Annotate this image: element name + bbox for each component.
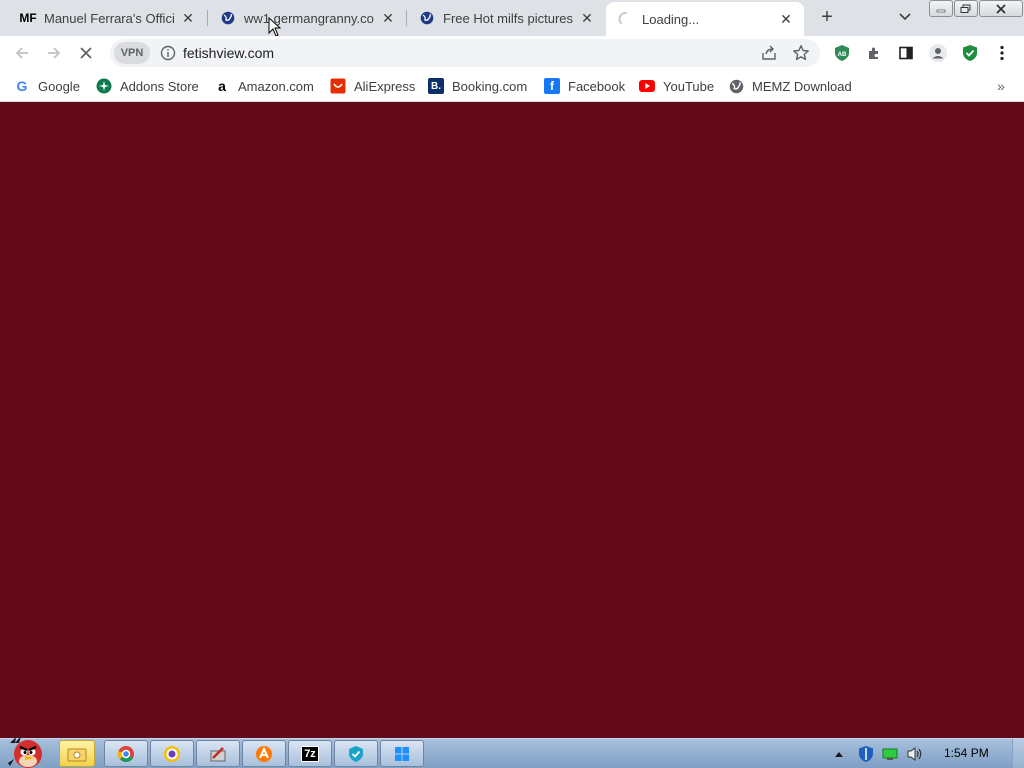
volume-icon[interactable] — [906, 746, 924, 762]
tab-manuel-ferrara[interactable]: MF Manuel Ferrara's Officia ✕ — [8, 2, 206, 34]
bookmark-booking[interactable]: B. Booking.com — [428, 77, 527, 95]
vpn-button[interactable]: VPN — [114, 42, 150, 64]
shield-icon — [349, 745, 363, 762]
svg-text:AB: AB — [838, 52, 847, 58]
bookmark-star-icon[interactable] — [792, 44, 810, 62]
globe-icon — [419, 10, 435, 26]
chevron-down-icon[interactable] — [894, 6, 916, 28]
mouse-cursor-icon — [268, 17, 282, 37]
browser-toolbar: VPN fetishview.com AB — [0, 36, 1024, 70]
profile-avatar-icon[interactable] — [926, 41, 950, 65]
youtube-icon — [639, 78, 655, 94]
bookmark-amazon[interactable]: a Amazon.com — [214, 77, 314, 95]
extensions-puzzle-icon[interactable] — [862, 41, 886, 65]
url-text[interactable]: fetishview.com — [183, 45, 274, 61]
close-icon[interactable]: ✕ — [180, 10, 196, 26]
restore-button[interactable] — [954, 0, 978, 17]
close-icon[interactable]: ✕ — [579, 10, 595, 26]
taskbar-shield[interactable] — [334, 740, 378, 767]
loading-spinner-icon — [618, 11, 634, 27]
defender-icon[interactable] — [858, 745, 874, 763]
tray-expand-icon[interactable] — [834, 750, 844, 758]
taskbar-ie[interactable] — [150, 740, 194, 767]
facebook-icon: f — [544, 78, 560, 94]
tab-title: ww1.germangranny.com — [244, 10, 374, 26]
close-icon[interactable]: ✕ — [778, 11, 794, 27]
avast-icon — [256, 745, 272, 762]
close-icon[interactable]: ✕ — [380, 10, 396, 26]
window-controls — [928, 0, 1023, 18]
windows-store-icon — [395, 746, 409, 761]
explorer-icon — [67, 748, 87, 761]
addons-store-icon — [96, 78, 112, 94]
bookmark-label: AliExpress — [354, 78, 416, 94]
bookmark-label: Amazon.com — [238, 78, 314, 94]
minimize-button[interactable] — [929, 0, 953, 17]
taskbar-chrome[interactable] — [104, 740, 148, 767]
booking-icon: B. — [428, 78, 444, 94]
adblock-extension-icon[interactable]: AB — [830, 41, 854, 65]
bookmark-label: MEMZ Download — [752, 78, 852, 94]
close-window-button[interactable] — [979, 0, 1023, 17]
tab-title: Free Hot milfs pictures — [443, 10, 573, 26]
mf-logo-icon: MF — [19, 11, 37, 25]
taskbar-windows-store[interactable] — [380, 740, 424, 767]
more-bookmarks-icon[interactable]: » — [992, 77, 1010, 95]
google-icon: G — [16, 78, 28, 94]
taskbar: 7z 1:54 PM — [0, 736, 1024, 768]
tab-loading-active[interactable]: Loading... ✕ — [606, 2, 804, 36]
paint-icon — [210, 746, 226, 761]
chrome-icon — [117, 745, 134, 762]
network-icon[interactable] — [882, 747, 898, 761]
globe-icon — [220, 10, 236, 26]
share-icon[interactable] — [760, 44, 778, 62]
new-tab-button[interactable]: + — [816, 6, 838, 28]
7zip-icon: 7z — [301, 745, 319, 762]
bookmarks-bar: G Google Addons Store a Amazon.com AliEx… — [0, 70, 1024, 102]
bookmark-label: Facebook — [568, 78, 626, 94]
forward-button[interactable] — [42, 41, 66, 65]
security-extension-icon[interactable] — [958, 41, 982, 65]
back-button[interactable] — [10, 41, 34, 65]
tab-title: Loading... — [642, 11, 700, 27]
taskbar-avast[interactable] — [242, 740, 286, 767]
tab-germangranny[interactable]: ww1.germangranny.com ✕ — [208, 2, 406, 34]
bookmark-aliexpress[interactable]: AliExpress — [330, 77, 415, 95]
page-content — [0, 103, 1024, 738]
bookmark-google[interactable]: G Google — [14, 77, 80, 95]
info-icon[interactable] — [160, 45, 176, 61]
menu-dots-icon[interactable] — [990, 41, 1014, 65]
globe-icon — [728, 78, 744, 94]
angry-bird-icon — [8, 736, 42, 768]
bookmark-label: Addons Store — [120, 78, 199, 94]
address-bar[interactable]: VPN fetishview.com — [110, 39, 820, 67]
bookmark-youtube[interactable]: YouTube — [639, 77, 714, 95]
tab-free-hot-milfs[interactable]: Free Hot milfs pictures ✕ — [407, 2, 605, 34]
tab-title: Manuel Ferrara's Officia — [44, 10, 174, 26]
system-tray — [834, 739, 924, 768]
side-panel-icon[interactable] — [894, 41, 918, 65]
tab-strip: MF Manuel Ferrara's Officia ✕ ww1.german… — [0, 0, 1024, 37]
bookmark-memz-download[interactable]: MEMZ Download — [728, 77, 852, 95]
ie-icon — [164, 745, 180, 762]
taskbar-7zip[interactable]: 7z — [288, 740, 332, 767]
bookmark-facebook[interactable]: f Facebook — [544, 77, 625, 95]
taskbar-paint[interactable] — [196, 740, 240, 767]
clock[interactable]: 1:54 PM — [944, 746, 989, 760]
show-desktop-button[interactable] — [1012, 739, 1024, 768]
bookmark-label: YouTube — [663, 78, 715, 94]
bookmark-addons-store[interactable]: Addons Store — [96, 77, 199, 95]
bookmark-label: Google — [38, 78, 80, 94]
taskbar-explorer[interactable] — [59, 740, 95, 767]
aliexpress-icon — [330, 78, 346, 94]
stop-loading-button[interactable] — [74, 41, 98, 65]
bookmark-label: Booking.com — [452, 78, 528, 94]
amazon-icon: a — [218, 78, 226, 94]
start-button[interactable] — [2, 731, 52, 768]
